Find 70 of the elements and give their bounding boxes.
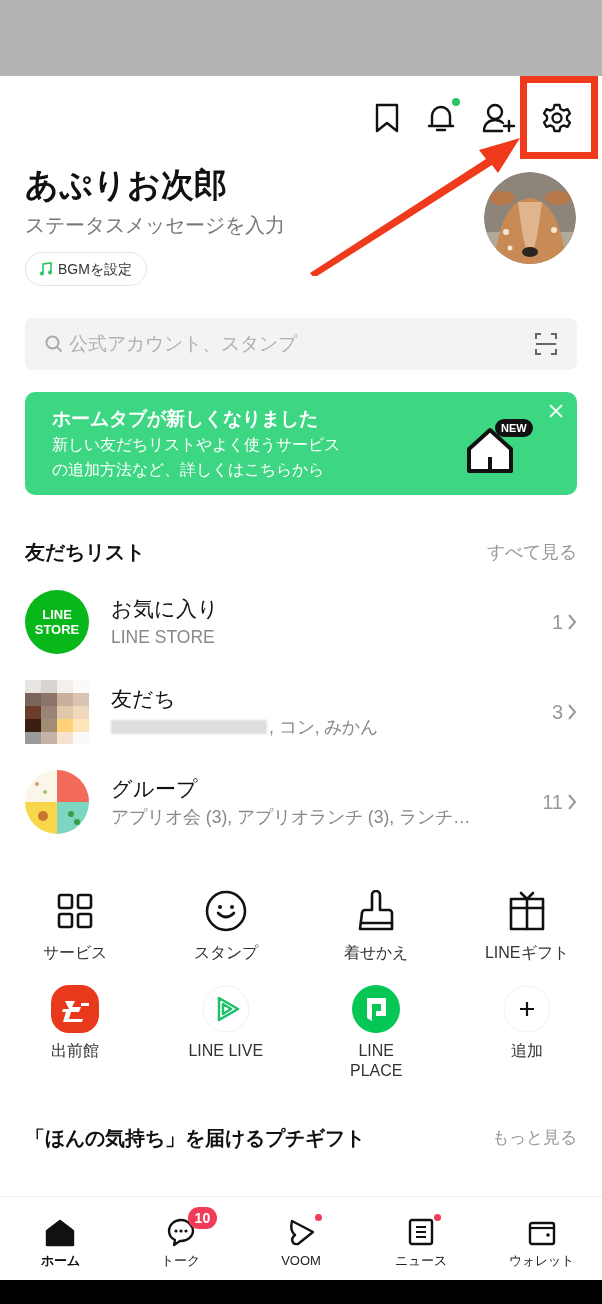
plus-icon xyxy=(502,985,551,1033)
play-icon xyxy=(201,985,250,1033)
runner-logo-icon xyxy=(51,985,100,1033)
service-shortcut[interactable]: スタンプ xyxy=(150,885,301,963)
unread-badge: 10 xyxy=(187,1206,218,1229)
banner-text: 新しい友だちリストやよく使うサービス xyxy=(52,434,341,455)
service-shortcut[interactable]: 出前館 xyxy=(0,983,151,1081)
banner-title: ホームタブが新しくなりました xyxy=(52,406,319,431)
scan-icon[interactable] xyxy=(535,333,557,355)
announcement-banner[interactable]: ホームタブが新しくなりました 新しい友だちリストやよく使うサービス の追加方法など、詳しくはこちらから NEW xyxy=(25,392,577,495)
row-title: 友だち xyxy=(111,686,177,712)
profile-name: あぷりお次郎 xyxy=(25,165,228,205)
banner-text: の追加方法など、詳しくはこちらから xyxy=(52,459,325,480)
section-title: 友だちリスト xyxy=(25,540,145,565)
friend-list-row[interactable]: LINE STORE お気に入り LINE STORE 1 xyxy=(0,577,602,667)
service-label: LINEギフト xyxy=(484,943,569,963)
nav-tab[interactable]: VOOM xyxy=(240,1202,362,1275)
row-subtitle: , コン, みかん xyxy=(269,716,379,739)
service-shortcut[interactable]: LINE LIVE xyxy=(150,983,301,1081)
nav-tab[interactable]: 10 トーク xyxy=(120,1202,241,1275)
row-count: 3 xyxy=(551,700,563,725)
nav-label: トーク xyxy=(161,1251,201,1270)
service-label: 追加 xyxy=(510,1041,543,1061)
nav-tab[interactable]: ウォレット xyxy=(481,1202,602,1275)
group-avatar-drawing xyxy=(25,770,89,834)
status-message-field[interactable]: ステータスメッセージを入力 xyxy=(25,210,285,240)
service-shortcut[interactable]: LINE PLACE xyxy=(301,983,452,1081)
smiley-icon xyxy=(204,890,247,932)
row-subtitle: LINE STORE xyxy=(111,626,215,649)
search-placeholder: 公式アカウント、スタンプ xyxy=(69,331,299,356)
nav-label: ニュース xyxy=(395,1251,448,1270)
grid-icon xyxy=(56,892,95,930)
section-title: 「ほんの気持ち」を届けるプチギフト xyxy=(25,1126,365,1151)
service-label: サービス xyxy=(43,943,108,963)
home-icon xyxy=(45,1218,76,1247)
row-count: 11 xyxy=(542,790,563,815)
settings-icon[interactable] xyxy=(542,103,572,133)
nav-tab[interactable]: ニュース xyxy=(361,1202,482,1275)
new-badge: NEW xyxy=(495,418,533,437)
search-icon xyxy=(45,335,63,353)
bookmark-icon[interactable] xyxy=(374,103,400,133)
row-subtitle: アプリオ会 (3), アプリオランチ (3), ランチ… xyxy=(111,806,471,829)
store-logo: LINE STORE xyxy=(25,590,89,654)
service-label: LINE PLACE xyxy=(350,1041,403,1081)
row-count: 1 xyxy=(551,610,563,635)
row-title: グループ xyxy=(111,776,199,802)
service-label: 着せかえ xyxy=(344,943,409,963)
service-label: LINE LIVE xyxy=(188,1041,264,1061)
service-shortcut[interactable]: 追加 xyxy=(451,983,602,1081)
avatar-mosaic xyxy=(25,680,89,744)
chevron-right-icon xyxy=(567,703,577,721)
service-shortcut[interactable]: サービス xyxy=(0,885,151,963)
news-icon xyxy=(407,1216,436,1247)
nav-label: ホーム xyxy=(40,1251,80,1270)
friend-list-row[interactable]: 友だち , コン, みかん 3 xyxy=(0,667,602,757)
add-friend-icon[interactable] xyxy=(482,103,516,133)
chat-bubble-icon xyxy=(165,1216,196,1247)
nav-label: ウォレット xyxy=(509,1251,575,1270)
service-shortcut[interactable]: 着せかえ xyxy=(301,885,452,963)
music-note-icon xyxy=(40,262,52,276)
nav-label: VOOM xyxy=(281,1251,321,1270)
friend-list-row[interactable]: グループ アプリオ会 (3), アプリオランチ (3), ランチ… 11 xyxy=(0,757,602,847)
chevron-right-icon xyxy=(567,613,577,631)
service-label: 出前館 xyxy=(51,1041,100,1061)
service-shortcut[interactable]: LINEギフト xyxy=(451,885,602,963)
chevron-right-icon xyxy=(567,793,577,811)
flag-logo-icon xyxy=(352,985,401,1033)
nav-tab[interactable]: ホーム xyxy=(0,1202,121,1275)
row-title: お気に入り xyxy=(111,596,220,622)
service-label: スタンプ xyxy=(193,943,258,963)
